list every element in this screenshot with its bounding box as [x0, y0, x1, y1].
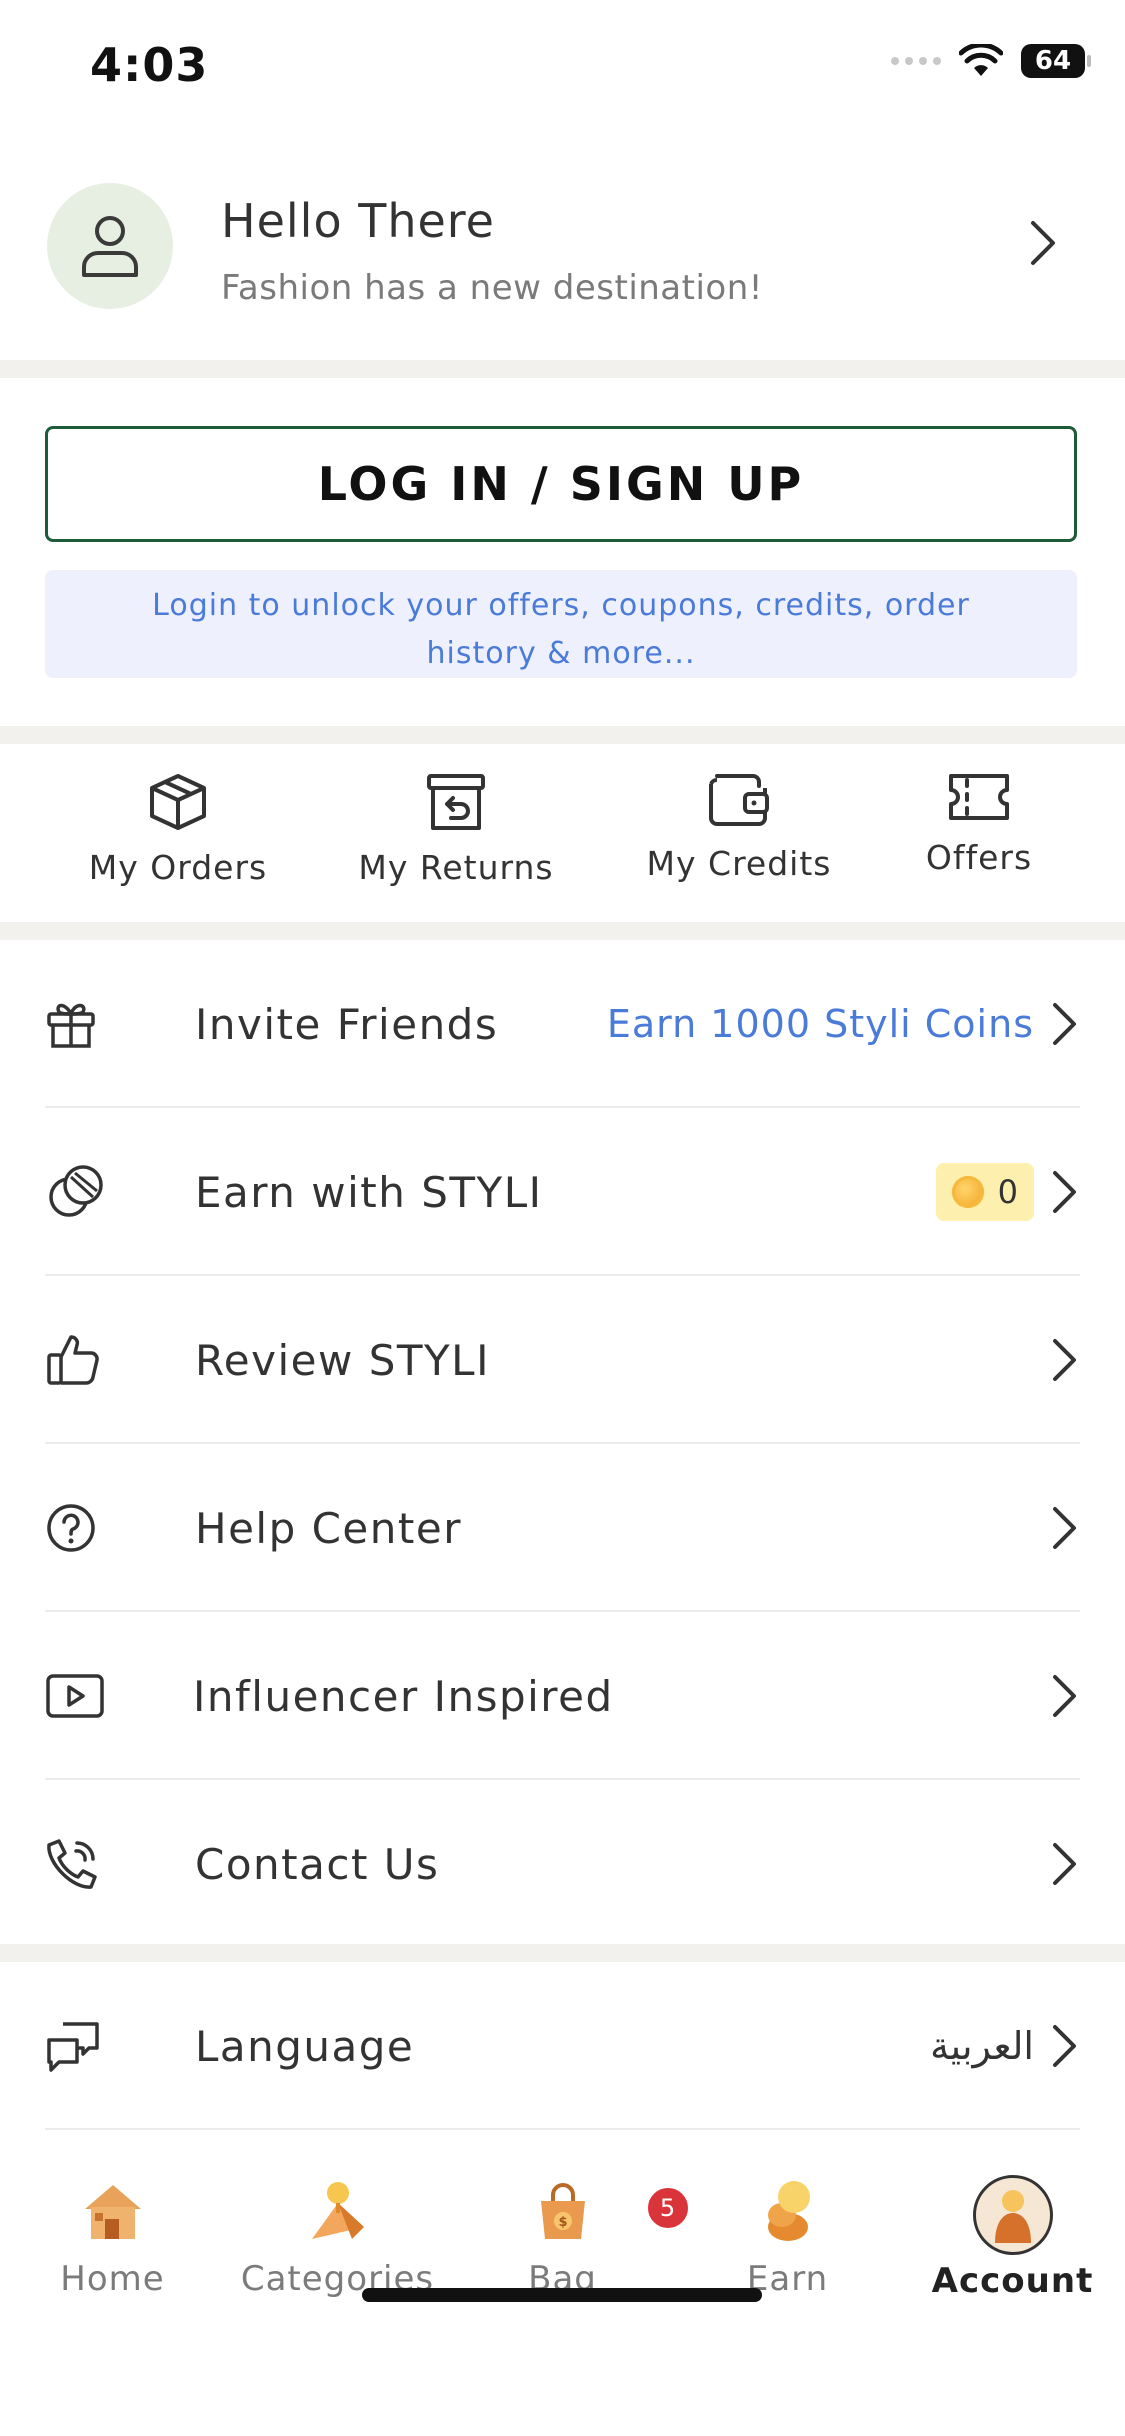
my-credits-button[interactable]: My Credits — [609, 772, 869, 883]
tab-earn[interactable]: Earn — [675, 2175, 900, 2299]
tab-bag[interactable]: $ 5 Bag — [450, 2175, 691, 2299]
chevron-right-icon — [1053, 1339, 1076, 1381]
offers-button[interactable]: Offers — [849, 772, 1109, 877]
earn-coins-icon — [767, 2181, 810, 2241]
menu-item-contact-us[interactable]: Contact Us — [45, 1780, 1080, 1948]
tab-account[interactable]: Account — [900, 2175, 1125, 2301]
menu-item-label: Invite Friends — [195, 999, 499, 1049]
chevron-right-icon — [1053, 1675, 1076, 1717]
thumbs-up-icon — [47, 1335, 99, 1385]
box-icon — [150, 774, 206, 830]
tab-label: Home — [60, 2259, 165, 2299]
chevron-right-icon — [1053, 1843, 1076, 1885]
phone-icon — [47, 1839, 97, 1889]
menu-item-label: Review STYLI — [195, 1335, 490, 1385]
menu-item-influencer-inspired[interactable]: Influencer Inspired — [45, 1612, 1080, 1780]
coins-icon — [49, 1165, 103, 1217]
status-time: 4:03 — [90, 38, 209, 92]
section-divider — [0, 360, 1125, 378]
menu-item-label: Help Center — [195, 1503, 462, 1553]
tab-categories[interactable]: Categories — [225, 2175, 450, 2299]
styli-coin-icon — [951, 1176, 984, 1208]
home-indicator — [362, 2288, 762, 2302]
section-divider — [0, 922, 1125, 940]
bag-icon: $ — [540, 2183, 585, 2239]
avatar[interactable] — [47, 183, 173, 309]
chevron-right-icon — [1053, 2025, 1076, 2067]
menu-item-review-styli[interactable]: Review STYLI — [45, 1276, 1080, 1444]
gift-icon — [47, 1003, 95, 1048]
language-value: العربية — [930, 2024, 1034, 2068]
coin-balance-badge: 0 — [935, 1163, 1034, 1221]
my-returns-label: My Returns — [358, 848, 554, 887]
menu-item-label: Contact Us — [195, 1839, 440, 1889]
profile-tagline: Fashion has a new destination! — [221, 268, 763, 308]
chevron-right-icon — [1053, 1003, 1076, 1045]
tab-home[interactable]: Home — [0, 2175, 225, 2299]
home-icon — [84, 2185, 141, 2239]
menu-item-invite-friends[interactable]: Invite Friends Earn 1000 Styli Coins — [45, 940, 1080, 1108]
chevron-right-icon — [1053, 1171, 1076, 1213]
account-icon — [994, 2190, 1031, 2243]
menu-divider — [45, 2128, 1080, 2130]
login-info-banner: Login to unlock your offers, coupons, cr… — [45, 570, 1077, 678]
cellular-signal-icon — [891, 57, 941, 65]
wallet-icon — [709, 774, 769, 826]
categories-icon — [311, 2182, 364, 2239]
my-orders-label: My Orders — [88, 848, 268, 887]
coin-count: 0 — [997, 1173, 1018, 1211]
return-box-icon — [427, 774, 485, 830]
menu-item-earn-with-styli[interactable]: Earn with STYLI 0 — [45, 1108, 1080, 1276]
my-returns-button[interactable]: My Returns — [326, 772, 586, 887]
my-credits-label: My Credits — [646, 844, 832, 883]
ticket-icon — [949, 774, 1009, 820]
status-indicators: 64 — [891, 44, 1091, 78]
svg-text:$: $ — [558, 2215, 567, 2230]
battery-indicator: 64 — [1021, 44, 1091, 78]
offers-label: Offers — [925, 838, 1033, 877]
profile-greeting: Hello There — [221, 194, 495, 248]
question-circle-icon — [47, 1504, 95, 1552]
menu-item-help-center[interactable]: Help Center — [45, 1444, 1080, 1612]
play-icon — [46, 1674, 104, 1718]
menu-item-label: Influencer Inspired — [193, 1671, 614, 1721]
user-icon — [82, 216, 138, 277]
section-divider — [0, 1944, 1125, 1962]
my-orders-button[interactable]: My Orders — [48, 772, 308, 887]
profile-chevron-icon[interactable] — [1028, 218, 1058, 272]
wifi-icon — [959, 44, 1003, 76]
chevron-right-icon — [1053, 1507, 1076, 1549]
menu-item-label: Language — [195, 2021, 415, 2071]
menu-item-label: Earn with STYLI — [195, 1167, 543, 1217]
section-divider — [0, 726, 1125, 744]
tab-label: Account — [931, 2261, 1094, 2301]
login-signup-button[interactable]: LOG IN / SIGN UP — [45, 426, 1077, 542]
chat-bubbles-icon — [47, 2022, 99, 2072]
earn-coins-link[interactable]: Earn 1000 Styli Coins — [607, 1002, 1034, 1046]
menu-item-language[interactable]: Language العربية — [45, 1962, 1080, 2130]
